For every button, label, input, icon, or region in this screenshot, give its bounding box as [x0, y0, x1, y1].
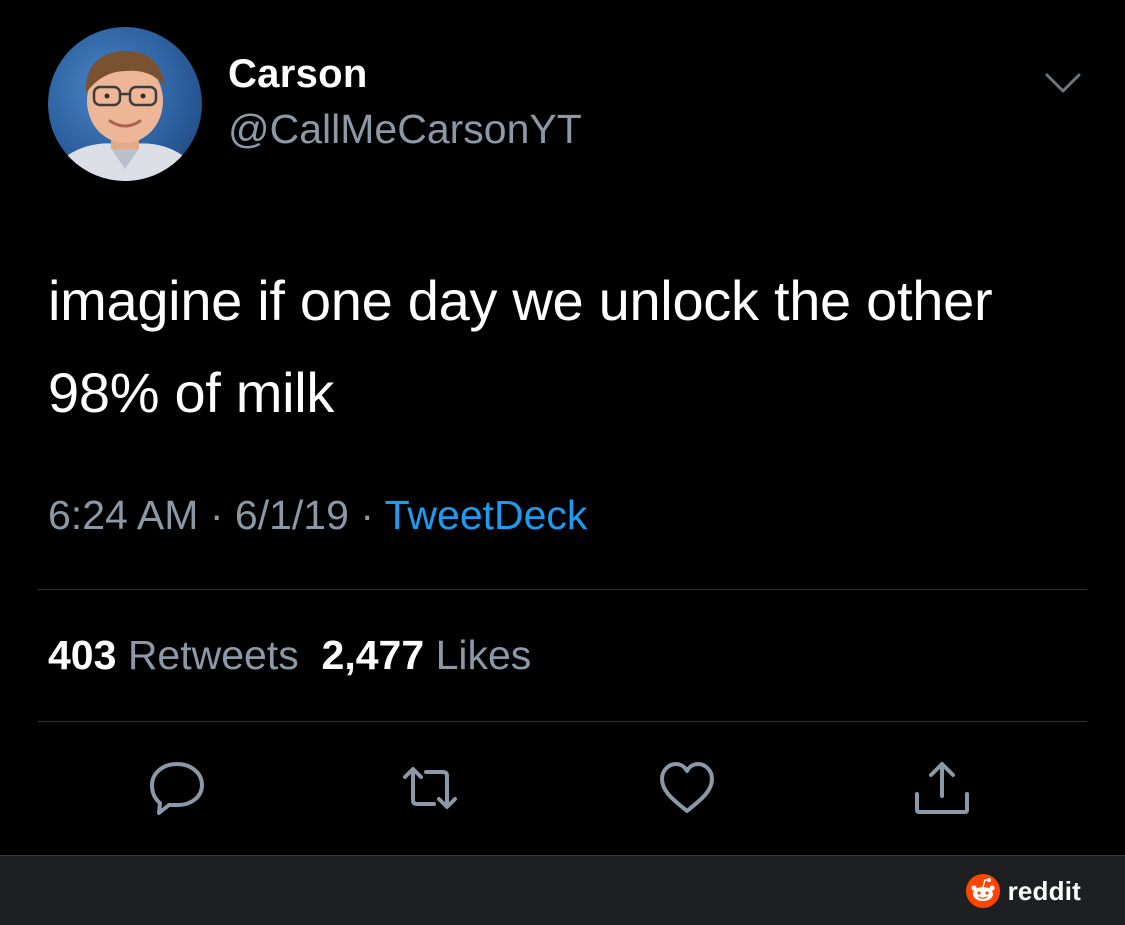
tweet-meta: 6:24 AM · 6/1/19 · TweetDeck [48, 492, 587, 539]
tweet-date: 6/1/19 [234, 492, 349, 538]
avatar-portrait [58, 50, 194, 181]
tweet-text: imagine if one day we unlock the other 9… [48, 269, 993, 424]
heart-icon[interactable] [657, 758, 717, 818]
tweet-stats: 403 Retweets 2,477 Likes [48, 632, 531, 679]
watermark-bar: reddit [0, 855, 1125, 925]
tweet-card: Carson @CallMeCarsonYT imagine if one da… [0, 0, 1125, 855]
divider [38, 721, 1087, 722]
retweets-label: Retweets [127, 632, 299, 678]
likes-stat[interactable]: 2,477 Likes [322, 632, 532, 678]
reply-icon[interactable] [147, 758, 207, 818]
chevron-down-icon[interactable] [1043, 70, 1083, 96]
author-name[interactable]: Carson [228, 52, 368, 97]
likes-count: 2,477 [321, 632, 425, 678]
tweet-time: 6:24 AM [48, 492, 199, 538]
likes-label: Likes [435, 632, 532, 678]
retweets-stat[interactable]: 403 Retweets [48, 632, 299, 678]
tweet-source-link[interactable]: TweetDeck [385, 492, 588, 538]
share-icon[interactable] [912, 758, 972, 818]
reddit-label: reddit [1007, 875, 1081, 906]
meta-separator: · [360, 492, 374, 538]
meta-separator: · [209, 492, 224, 538]
author-handle[interactable]: @CallMeCarsonYT [228, 106, 582, 153]
avatar[interactable] [48, 27, 202, 181]
reddit-watermark: reddit [965, 873, 1081, 909]
retweet-icon[interactable] [400, 758, 460, 818]
reddit-logo-icon [965, 874, 1000, 908]
divider [38, 589, 1087, 590]
retweets-count: 403 [48, 632, 117, 678]
